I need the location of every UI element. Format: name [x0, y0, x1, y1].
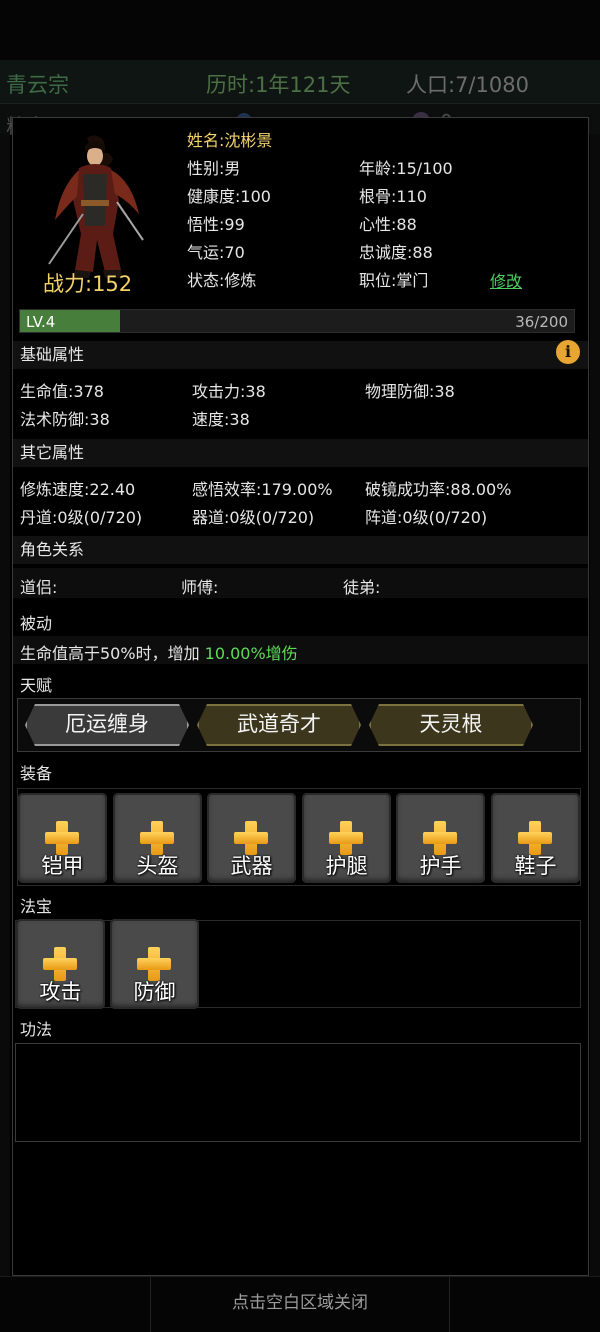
slot-label: 攻击 [39, 980, 82, 1004]
equip-slot-shoes[interactable]: 鞋子 [491, 793, 580, 883]
mind: 心性:88 [359, 215, 417, 234]
disciple: 徒弟: [343, 578, 381, 597]
gender: 性别:男 [187, 159, 241, 178]
equipment-slots: 铠甲 头盔 武器 护腿 护手 鞋子 [17, 788, 581, 886]
population: 人口:7/1080 [406, 73, 529, 97]
status: 状态:修炼 [187, 271, 257, 290]
partner: 道侣: [20, 578, 58, 597]
info-icon[interactable]: i [556, 340, 580, 364]
combat-power: 战力:152 [43, 272, 133, 296]
speed: 速度:38 [192, 410, 250, 429]
equip-slot-helmet[interactable]: 头盔 [113, 793, 202, 883]
treasure-slot-defense[interactable]: 防御 [110, 919, 199, 1009]
background-left-edge [0, 134, 10, 1284]
basic-attrs-header: 基础属性 [13, 341, 588, 369]
equipment-title: 装备 [20, 764, 53, 783]
phys-def: 物理防御:38 [365, 382, 455, 401]
enlighten-efficiency: 感悟效率:179.00% [192, 480, 333, 499]
character-portrait [48, 135, 144, 278]
character-detail-panel: 战力:152 姓名:沈彬景 性别:男 年龄:15/100 健康度:100 根骨:… [12, 117, 589, 1276]
health: 健康度:100 [187, 187, 271, 206]
hp: 生命值:378 [20, 382, 104, 401]
time-elapsed: 历时:1年121天 [206, 73, 351, 97]
other-attrs-title: 其它属性 [20, 443, 85, 462]
equip-slot-gloves[interactable]: 护手 [396, 793, 485, 883]
treasure-slots: 攻击 防御 [15, 919, 581, 1009]
background-right-edge [590, 134, 600, 1284]
other-attrs-header: 其它属性 [13, 439, 588, 467]
exp-bar: LV.4 36/200 [19, 309, 575, 333]
sect-name: 青云宗 [6, 73, 69, 97]
age: 年龄:15/100 [359, 159, 453, 178]
talent-martial-genius[interactable]: 武道奇才 [197, 704, 361, 746]
equip-slot-weapon[interactable]: 武器 [207, 793, 296, 883]
alchemy-level: 丹道:0级(0/720) [20, 508, 143, 527]
relations-header: 角色关系 [13, 536, 588, 564]
passive-text: 生命值高于50%时，增加 10.00%增伤 [20, 640, 298, 664]
basic-attrs-title: 基础属性 [20, 345, 85, 364]
artifact-level: 器道:0级(0/720) [192, 508, 315, 527]
character-name: 姓名:沈彬景 [187, 131, 273, 150]
treasures-title: 法宝 [20, 897, 53, 916]
exp-text: 36/200 [515, 313, 568, 331]
luck: 气运:70 [187, 243, 245, 262]
slot-label: 武器 [230, 854, 273, 878]
passive-highlight: 10.00%增伤 [204, 644, 298, 663]
master: 师傅: [181, 578, 219, 597]
techniques-title: 功法 [20, 1020, 53, 1039]
modify-position-link[interactable]: 修改 [490, 268, 522, 292]
loyalty: 忠诚度:88 [359, 243, 433, 262]
slot-label: 护腿 [325, 854, 368, 878]
talents-box: 厄运缠身 武道奇才 天灵根 [17, 698, 581, 752]
comprehension: 悟性:99 [187, 215, 245, 234]
position: 职位:掌门 [359, 271, 429, 290]
passive-title: 被动 [20, 614, 53, 633]
relations-row [13, 568, 588, 598]
slot-label: 护手 [419, 854, 462, 878]
treasure-slot-attack[interactable]: 攻击 [16, 919, 105, 1009]
slot-label: 鞋子 [514, 854, 557, 878]
talent-heavenly-root[interactable]: 天灵根 [369, 704, 533, 746]
close-hint[interactable]: 点击空白区域关闭 [0, 1288, 600, 1313]
attack: 攻击力:38 [192, 382, 266, 401]
slot-label: 铠甲 [41, 854, 84, 878]
talent-bad-luck[interactable]: 厄运缠身 [25, 704, 189, 746]
equip-slot-armor[interactable]: 铠甲 [18, 793, 107, 883]
cultivation-speed: 修炼速度:22.40 [20, 480, 136, 499]
sect-info-bar: 青云宗 历时:1年121天 人口:7/1080 [0, 60, 600, 104]
relations-title: 角色关系 [20, 540, 85, 559]
level-label: LV.4 [26, 313, 56, 331]
equip-slot-legs[interactable]: 护腿 [302, 793, 391, 883]
bone: 根骨:110 [359, 187, 427, 206]
formation-level: 阵道:0级(0/720) [365, 508, 488, 527]
breakthrough-rate: 破镜成功率:88.00% [365, 480, 512, 499]
slot-label: 头盔 [136, 854, 179, 878]
talents-title: 天赋 [20, 676, 53, 695]
passive-text-main: 生命值高于50%时，增加 [20, 644, 205, 663]
top-status-area [0, 0, 600, 60]
techniques-box [15, 1043, 581, 1142]
slot-label: 防御 [133, 980, 176, 1004]
magic-def: 法术防御:38 [20, 410, 110, 429]
